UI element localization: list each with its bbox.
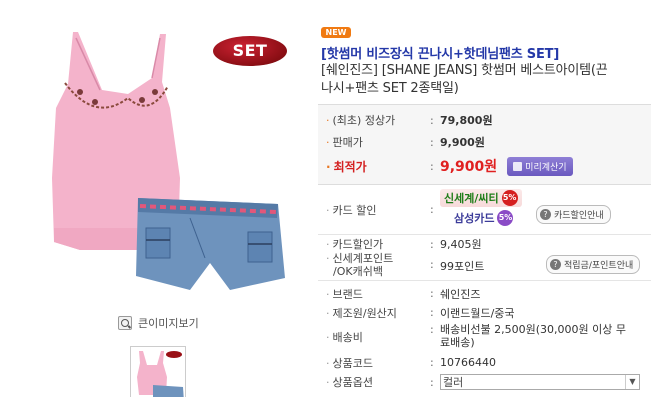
best-price-label: · 최적가 [326, 159, 367, 174]
zoom-button[interactable]: 큰이미지보기 [118, 315, 199, 331]
card-tag-shinsegae[interactable]: 신세계/씨티 5% [440, 189, 522, 207]
shipping-row: · 배송비 : 배송비선불 2,500원(30,000원 이상 무료배송) [318, 323, 651, 353]
product-subtitle: [쉐인진즈] [SHANE JEANS] 핫썸머 베스트아이템(끈나시+팬츠 S… [321, 63, 608, 96]
sale-price-label: · 판매가 [326, 136, 363, 149]
origin-value: 이랜드월드/중국 [440, 306, 515, 320]
list-price-value: 79,800원 [440, 114, 493, 127]
card-price-label: 카드할인가 [332, 238, 384, 251]
zoom-label: 큰이미지보기 [138, 317, 199, 330]
magnifier-icon [118, 316, 132, 330]
card-discount-label: · 카드 할인 [326, 203, 377, 217]
set-badge: SET [213, 36, 287, 66]
option-label: 상품옵션 [332, 376, 373, 389]
points-guide-button[interactable]: ? 적립금/포인트안내 [546, 255, 641, 274]
chevron-down-icon[interactable]: ▼ [625, 375, 639, 389]
card-discount-row: · 카드 할인 : 신세계/씨티 5% 삼성카드 5% ? 카드할인안내 [318, 185, 651, 235]
thumbnail-set-badge [166, 351, 182, 358]
list-price-label: · (최초) 정상가 [326, 114, 396, 127]
discount-percent-badge: 5% [497, 210, 514, 226]
product-image-panel: SET 큰이미지보기 [0, 0, 300, 397]
card-price-value: 9,405원 [440, 238, 482, 251]
list-price-row: · (최초) 정상가 : 79,800원 [318, 105, 651, 131]
code-label: 상품코드 [332, 356, 373, 370]
info-table: · (최초) 정상가 : 79,800원 · 판매가 : 9,900원 · 최적가 :… [318, 104, 651, 392]
shipping-value: 배송비선불 2,500원(30,000원 이상 무료배송) [440, 323, 626, 349]
card-discount-guide-button[interactable]: ? 카드할인안내 [536, 205, 611, 224]
origin-label: 제조원/원산지 [332, 306, 397, 320]
code-row: · 상품코드 : 10766440 [326, 356, 496, 370]
origin-row: · 제조원/원산지 : 이랜드월드/중국 [326, 306, 515, 320]
brand-value[interactable]: 쉐인진즈 [440, 286, 480, 302]
sale-price-value: 9,900원 [440, 136, 485, 149]
card-tag-samsung[interactable]: 삼성카드 5% [440, 210, 522, 226]
thumbnail-image[interactable] [130, 346, 186, 397]
option-select[interactable]: 컬러 ▼ [440, 374, 640, 390]
calculator-button[interactable]: 미리계산기 [507, 156, 573, 176]
points-row: · 신세계포인트 /OK캐쉬백 : 99포인트 ? 적립금/포인트안내 [318, 251, 651, 281]
product-title: [핫썸머 비즈장식 끈나시+핫데님팬츠 SET] [321, 47, 560, 62]
shipping-label: 배송비 [332, 331, 363, 344]
card-tags: 신세계/씨티 5% 삼성카드 5% [440, 189, 522, 229]
calculator-icon [513, 161, 523, 171]
new-badge: NEW [321, 27, 351, 38]
best-price-row: · 최적가 : 9,900원 미리계산기 [318, 153, 651, 179]
card-price-row: · 카드할인가 : 9,405원 [326, 237, 482, 252]
product-image[interactable] [40, 28, 290, 308]
brand-row: · 브랜드 : 쉐인진즈 [326, 286, 481, 302]
points-value: 99포인트 [440, 260, 485, 273]
sale-price-row: · 판매가 : 9,900원 [318, 131, 651, 153]
best-price-value: 9,900원 [440, 159, 498, 175]
question-icon: ? [540, 209, 551, 220]
question-icon: ? [550, 259, 561, 270]
brand-label: 브랜드 [332, 287, 363, 301]
price-block: · (최초) 정상가 : 79,800원 · 판매가 : 9,900원 · 최적가 :… [318, 105, 651, 185]
code-value: 10766440 [440, 356, 496, 369]
points-label: · 신세계포인트 /OK캐쉬백 [326, 252, 394, 278]
discount-percent-badge: 5% [501, 190, 518, 206]
option-row: · 상품옵션 : 컬러 ▼ [318, 372, 651, 392]
